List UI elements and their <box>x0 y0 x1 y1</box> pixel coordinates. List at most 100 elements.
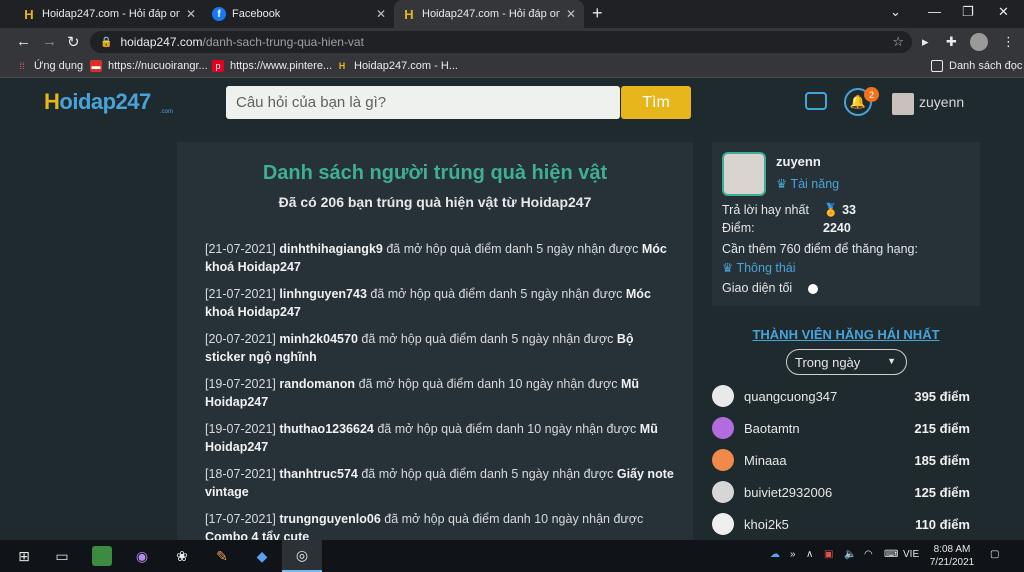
winners-list: [21-07-2021] dinhthihagiangk9 đã mở hộp … <box>205 240 675 542</box>
header-username[interactable]: zuyenn <box>919 94 964 110</box>
list-item: [21-07-2021] linhnguyen743 đã mở hộp quà… <box>205 287 651 319</box>
avatar <box>712 449 734 471</box>
page-subtitle: Đã có 206 bạn trúng quà hiện vật từ Hoid… <box>278 194 592 210</box>
windows-start-icon[interactable]: ⊞ <box>14 546 34 566</box>
forward-icon[interactable]: → <box>42 33 57 50</box>
facebook-favicon-icon: f <box>212 7 226 21</box>
list-item: [21-07-2021] dinhthihagiangk9 đã mở hộp … <box>205 242 667 274</box>
rank-icon: ♛ <box>776 177 788 191</box>
bookmark-pinterest[interactable]: p https://www.pintere... <box>212 60 332 72</box>
extension-arrow-icon[interactable]: ▸ <box>922 34 929 50</box>
hoidap-favicon-icon: H <box>24 6 34 22</box>
browser-tab-strip: H Hoidap247.com - Hỏi đáp online ✕ f Fac… <box>0 0 1024 28</box>
leaderboard-row[interactable]: quangcuong347 395 điểm <box>712 380 980 412</box>
system-clock[interactable]: 8:08 AM 7/21/2021 <box>926 543 978 569</box>
list-item: [18-07-2021] thanhtruc574 đã mở hộp quà … <box>205 467 674 499</box>
bookmark-label: Ứng dụng <box>34 60 84 72</box>
bookmark-label: Hoidap247.com - H... <box>354 60 458 72</box>
tab-facebook[interactable]: f Facebook ✕ <box>204 0 394 28</box>
search-button[interactable]: Tìm <box>621 86 691 119</box>
profile-name[interactable]: zuyenn <box>776 154 821 169</box>
close-tab-icon[interactable]: ✕ <box>566 7 576 21</box>
clock-time: 8:08 AM <box>933 544 971 555</box>
avatar[interactable] <box>722 152 766 196</box>
profile-card: zuyenn ♛ Tài năng Trả lời hay nhất 🏅 33 … <box>712 142 980 306</box>
avatar <box>712 513 734 535</box>
menu-dots-icon[interactable]: ⋮ <box>1002 34 1015 50</box>
tray-up-icon[interactable]: ∧ <box>806 549 813 560</box>
app-taskbar-icon[interactable]: ◉ <box>132 546 152 566</box>
close-window-icon[interactable]: ✕ <box>998 4 1009 20</box>
list-item: [17-07-2021] trungnguyenlo06 đã mở hộp q… <box>205 512 644 542</box>
site-header: Hoidap247 .com Câu hỏi của bạn là gì? Tì… <box>0 79 1024 127</box>
reading-list[interactable]: Danh sách đọc <box>931 60 1022 72</box>
notifications-icon[interactable]: ▢ <box>990 549 999 560</box>
chrome-taskbar-icon[interactable]: ◎ <box>282 540 322 572</box>
address-bar[interactable]: 🔒 hoidap247.com/danh-sach-trung-qua-hien… <box>90 31 912 53</box>
site-logo[interactable]: Hoidap247 <box>44 89 151 115</box>
profile-avatar-icon[interactable] <box>970 33 988 51</box>
bookmark-label: https://nucuoirangr... <box>108 60 208 72</box>
period-select[interactable]: Trong ngày ▼ <box>786 349 907 375</box>
app-taskbar-icon[interactable]: ❀ <box>172 546 192 566</box>
leaderboard-row[interactable]: Baotamtn 215 điểm <box>712 412 980 444</box>
bookmark-label: https://www.pintere... <box>230 60 333 72</box>
reload-icon[interactable]: ↻ <box>67 33 80 51</box>
period-value: Trong ngày <box>795 354 861 370</box>
tray-expand-icon[interactable]: » <box>790 549 796 560</box>
avatar[interactable] <box>892 93 914 115</box>
search-input[interactable]: Câu hỏi của bạn là gì? <box>226 86 620 119</box>
best-answers-label: Trả lời hay nhất <box>722 203 809 217</box>
tray-app-icon[interactable]: ▣ <box>824 549 833 560</box>
leaderboard-title[interactable]: THÀNH VIÊN HĂNG HÁI NHẤT <box>712 327 980 342</box>
task-view-icon[interactable]: ▭ <box>52 546 72 566</box>
app-taskbar-icon[interactable] <box>92 546 112 566</box>
restore-icon[interactable]: ❐ <box>962 4 974 20</box>
leaderboard-list: quangcuong347 395 điểm Baotamtn 215 điểm M… <box>712 380 980 540</box>
language-indicator[interactable]: VIE <box>903 549 919 560</box>
pinterest-icon: p <box>212 60 224 72</box>
profile-rank: ♛ Tài năng <box>776 177 840 191</box>
chevron-down-icon: ▼ <box>887 356 896 366</box>
pencil-app-icon[interactable]: ✎ <box>212 546 232 566</box>
extensions-puzzle-icon[interactable]: ✚ <box>946 34 957 50</box>
points-value: 2240 <box>823 221 851 235</box>
back-icon[interactable]: ← <box>16 33 31 50</box>
close-tab-icon[interactable]: ✕ <box>376 7 386 21</box>
reading-list-icon <box>931 60 943 72</box>
browser-toolbar: ← → ↻ 🔒 hoidap247.com/danh-sach-trung-qu… <box>0 28 1024 56</box>
onedrive-icon[interactable]: ☁ <box>770 549 780 560</box>
medal-icon: 🏅 <box>823 203 839 217</box>
close-tab-icon[interactable]: ✕ <box>186 7 196 21</box>
chat-icon[interactable] <box>805 92 827 110</box>
best-answers-value: 🏅 33 <box>823 203 856 217</box>
app-taskbar-icon[interactable]: ◆ <box>252 546 272 566</box>
leaderboard-row[interactable]: khoi2k5 110 điểm <box>712 508 980 540</box>
windows-taskbar: ⊞ ▭ ◉ ❀ ✎ ◆ ◎ ☁ » ∧ ▣ 🔈 ◠ ⌨ VIE 8:08 AM … <box>0 540 1024 572</box>
input-method-icon[interactable]: ⌨ <box>884 549 898 560</box>
dark-mode-toggle[interactable] <box>808 284 818 294</box>
notification-badge: 2 <box>864 87 879 102</box>
tab-hoidap-1[interactable]: H Hoidap247.com - Hỏi đáp online ✕ <box>14 0 204 28</box>
list-item: [20-07-2021] minh2k04570 đã mở hộp quà đ… <box>205 332 634 364</box>
bookmark-star-icon[interactable]: ☆ <box>892 34 904 50</box>
list-item: [19-07-2021] randomanon đã mở hộp quà đi… <box>205 377 640 409</box>
volume-icon[interactable]: 🔈 <box>844 549 856 560</box>
wifi-icon[interactable]: ◠ <box>864 549 873 560</box>
apps-grid-icon: ⁞⁞ <box>19 61 25 71</box>
url-path: /danh-sach-trung-qua-hien-vat <box>202 35 364 49</box>
leaderboard-row[interactable]: Minaaa 185 điểm <box>712 444 980 476</box>
leaderboard-row[interactable]: buiviet2932006 125 điểm <box>712 476 980 508</box>
minimize-icon[interactable]: — <box>928 4 941 19</box>
tab-hoidap-active[interactable]: H Hoidap247.com - Hỏi đáp online ✕ <box>394 0 584 28</box>
bookmark-hoidap[interactable]: H Hoidap247.com - H... <box>336 60 458 72</box>
points-label: Điểm: <box>722 221 755 235</box>
clock-date: 7/21/2021 <box>929 557 975 568</box>
tab-title: Facebook <box>232 8 281 20</box>
new-tab-icon[interactable]: + <box>592 3 603 24</box>
tab-title: Hoidap247.com - Hỏi đáp online <box>42 8 180 20</box>
tab-search-icon[interactable]: ⌄ <box>890 4 901 20</box>
list-item: [19-07-2021] thuthao1236624 đã mở hộp qu… <box>205 422 658 454</box>
bookmark-nucuoirang[interactable]: ▬ https://nucuoirangr... <box>90 60 208 72</box>
bookmark-apps[interactable]: ⁞⁞ Ứng dụng <box>16 60 83 72</box>
